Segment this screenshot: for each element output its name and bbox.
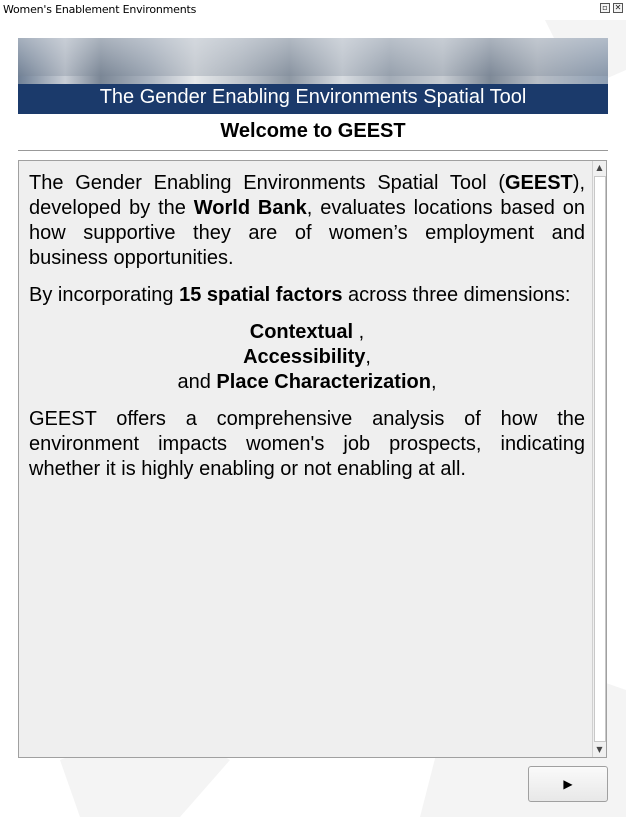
- dimension-place-characterization: and Place Characterization,: [177, 371, 437, 393]
- scroll-thumb[interactable]: [594, 176, 606, 742]
- divider: [18, 150, 608, 151]
- intro-text: The Gender Enabling Environments Spatial…: [29, 171, 585, 494]
- play-arrow-icon: ▶: [563, 777, 573, 791]
- intro-paragraph-2: By incorporating 15 spatial factors acro…: [29, 284, 571, 306]
- vertical-scrollbar[interactable]: ▲ ▼: [592, 161, 606, 757]
- scroll-down-arrow-icon[interactable]: ▼: [593, 743, 606, 757]
- scroll-up-arrow-icon[interactable]: ▲: [593, 161, 606, 175]
- dimension-accessibility: Accessibility,: [243, 346, 371, 368]
- dimensions-list: Contextual , Accessibility, and Place Ch…: [29, 320, 585, 395]
- banner-photo: [18, 38, 608, 76]
- intro-text-panel[interactable]: The Gender Enabling Environments Spatial…: [18, 160, 607, 758]
- intro-paragraph-3: GEEST offers a comprehensive analysis of…: [29, 408, 585, 480]
- float-icon[interactable]: ▫: [600, 3, 610, 13]
- intro-paragraph-1: The Gender Enabling Environments Spatial…: [29, 172, 585, 269]
- window-title: Women's Enablement Environments: [3, 3, 197, 16]
- page-title: Welcome to GEEST: [220, 120, 406, 142]
- close-icon[interactable]: ✕: [613, 3, 623, 13]
- banner-title: The Gender Enabling Environments Spatial…: [99, 86, 527, 108]
- dimension-contextual: Contextual ,: [249, 321, 365, 343]
- next-button[interactable]: ▶: [528, 766, 608, 802]
- window-titlebar: Women's Enablement Environments ▫ ✕: [0, 0, 626, 20]
- header-banner: The Gender Enabling Environments Spatial…: [18, 38, 608, 114]
